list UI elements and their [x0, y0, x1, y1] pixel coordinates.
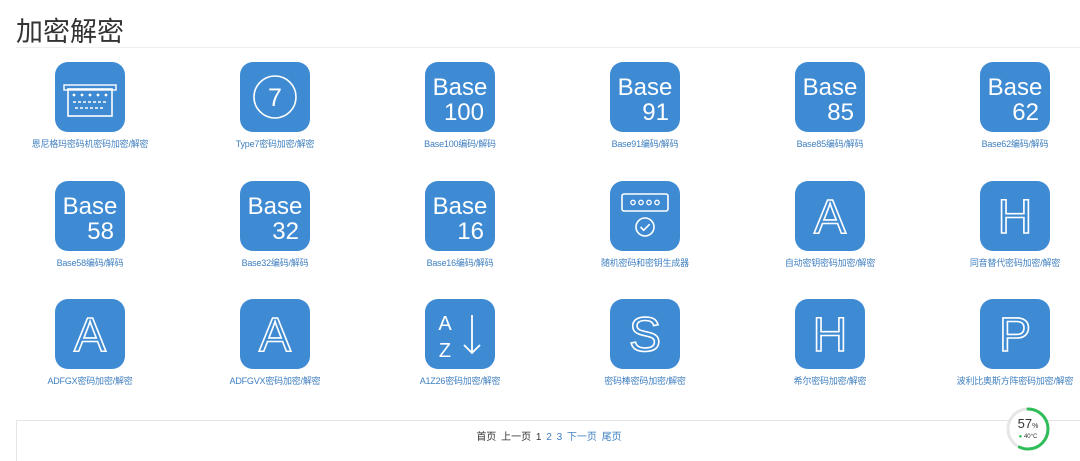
- tool-item[interactable]: Base 100 Base100编码/解码: [370, 62, 550, 150]
- icon-base-word: Base: [433, 74, 488, 101]
- icon-base-number: 58: [87, 218, 114, 245]
- icon-base-word: Base: [248, 193, 303, 220]
- icon-outline-letter: A: [259, 309, 291, 362]
- tool-item[interactable]: Base 16 Base16编码/解码: [370, 181, 550, 269]
- pagination: 首页 上一页 1 2 3 下一页 尾页: [16, 420, 1080, 461]
- tool-item[interactable]: A 自动密钥密码加密/解密: [740, 181, 920, 269]
- tool-item[interactable]: 7 Type7密码加密/解密: [185, 62, 365, 150]
- icon-base-number: 100: [444, 99, 484, 126]
- tool-label[interactable]: 随机密码和密钥生成器: [555, 256, 735, 269]
- base62-icon[interactable]: Base 62: [980, 62, 1050, 132]
- tool-item[interactable]: Base 62 Base62编码/解码: [925, 62, 1080, 150]
- base32-icon[interactable]: Base 32: [240, 181, 310, 251]
- icon-base-word: Base: [988, 74, 1043, 101]
- enigma-machine-icon[interactable]: [55, 62, 125, 132]
- tool-label[interactable]: Base91编码/解码: [555, 137, 735, 150]
- base85-icon[interactable]: Base 85: [795, 62, 865, 132]
- base100-icon[interactable]: Base 100: [425, 62, 495, 132]
- base16-icon[interactable]: Base 16: [425, 181, 495, 251]
- base91-icon[interactable]: Base 91: [610, 62, 680, 132]
- tool-item[interactable]: S 密码棒密码加密/解密: [555, 299, 735, 387]
- circle-seven-icon[interactable]: 7: [240, 62, 310, 132]
- tool-label[interactable]: Base62编码/解码: [925, 137, 1080, 150]
- gauge-percent: 57%: [1017, 416, 1039, 431]
- tool-item[interactable]: A Z A1Z26密码加密/解密: [370, 299, 550, 387]
- letter-a-icon[interactable]: A: [795, 181, 865, 251]
- letter-a-icon[interactable]: A: [240, 299, 310, 369]
- icon-base-number: 85: [827, 99, 854, 126]
- title-divider: [16, 47, 1080, 48]
- tool-label[interactable]: 自动密钥密码加密/解密: [740, 256, 920, 269]
- tool-label[interactable]: Base32编码/解码: [185, 256, 365, 269]
- tool-item[interactable]: Base 32 Base32编码/解码: [185, 181, 365, 269]
- tool-label[interactable]: A1Z26密码加密/解密: [370, 374, 550, 387]
- a-to-z-sort-icon[interactable]: AZ: [425, 299, 495, 369]
- icon-base-number: 62: [1012, 99, 1039, 126]
- tool-label[interactable]: 希尔密码加密/解密: [740, 374, 920, 387]
- tool-label[interactable]: Base100编码/解码: [370, 137, 550, 150]
- tool-label[interactable]: ADFGVX密码加密/解密: [185, 374, 365, 387]
- tool-item[interactable]: 恩尼格玛密码机密码加密/解密: [0, 62, 180, 150]
- letter-h-icon[interactable]: H: [980, 181, 1050, 251]
- icon-base-word: Base: [433, 193, 488, 220]
- icon-base-word: Base: [63, 193, 118, 220]
- tool-label[interactable]: 恩尼格玛密码机密码加密/解密: [0, 137, 180, 150]
- cpu-gauge-widget[interactable]: 57% ● 40°C: [1005, 406, 1051, 452]
- letter-s-icon[interactable]: S: [610, 299, 680, 369]
- gauge-temperature: ● 40°C: [1018, 434, 1038, 440]
- icon-base-number: 91: [642, 99, 669, 126]
- tool-item[interactable]: A ADFGX密码加密/解密: [0, 299, 180, 387]
- page-1-current: 1: [535, 432, 542, 443]
- base58-icon[interactable]: Base 58: [55, 181, 125, 251]
- tool-label[interactable]: 同音替代密码加密/解密: [925, 256, 1080, 269]
- page-2-link[interactable]: 2: [546, 432, 552, 443]
- icon-digit: 7: [268, 84, 282, 112]
- icon-outline-letter: S: [629, 309, 661, 362]
- icon-outline-letter: H: [813, 309, 848, 362]
- icon-outline-letter: A: [814, 191, 846, 244]
- icon-letter-z: Z: [439, 340, 451, 362]
- page-3-link[interactable]: 3: [557, 432, 563, 443]
- prev-page-link[interactable]: 上一页: [501, 432, 531, 443]
- letter-h-icon[interactable]: H: [795, 299, 865, 369]
- tool-item[interactable]: Base 58 Base58编码/解码: [0, 181, 180, 269]
- tool-item[interactable]: A ADFGVX密码加密/解密: [185, 299, 365, 387]
- tool-label[interactable]: Type7密码加密/解密: [185, 137, 365, 150]
- tool-item[interactable]: 随机密码和密钥生成器: [555, 181, 735, 269]
- tool-item[interactable]: P 波利比奥斯方阵密码加密/解密: [925, 299, 1080, 387]
- password-generator-icon[interactable]: [610, 181, 680, 251]
- icon-base-number: 16: [457, 218, 484, 245]
- first-page-link[interactable]: 首页: [476, 432, 496, 443]
- icon-outline-letter: A: [74, 309, 106, 362]
- icon-base-number: 32: [272, 218, 299, 245]
- thermometer-icon: ●: [1018, 434, 1023, 440]
- tool-label[interactable]: Base58编码/解码: [0, 256, 180, 269]
- tool-label[interactable]: 波利比奥斯方阵密码加密/解密: [925, 374, 1080, 387]
- page-title: 加密解密: [16, 17, 124, 48]
- tool-label[interactable]: 密码棒密码加密/解密: [555, 374, 735, 387]
- tool-item[interactable]: H 希尔密码加密/解密: [740, 299, 920, 387]
- last-page-link[interactable]: 尾页: [602, 432, 622, 443]
- icon-outline-letter: P: [999, 309, 1031, 362]
- next-page-link[interactable]: 下一页: [567, 432, 597, 443]
- icon-outline-letter: H: [998, 191, 1033, 244]
- tool-label[interactable]: ADFGX密码加密/解密: [0, 374, 180, 387]
- tool-item[interactable]: H 同音替代密码加密/解密: [925, 181, 1080, 269]
- tool-item[interactable]: Base 91 Base91编码/解码: [555, 62, 735, 150]
- icon-base-word: Base: [618, 74, 673, 101]
- tool-item[interactable]: Base 85 Base85编码/解码: [740, 62, 920, 150]
- tool-label[interactable]: Base16编码/解码: [370, 256, 550, 269]
- icon-letter-a: A: [438, 313, 452, 335]
- letter-p-icon[interactable]: P: [980, 299, 1050, 369]
- tool-label[interactable]: Base85编码/解码: [740, 137, 920, 150]
- letter-a-icon[interactable]: A: [55, 299, 125, 369]
- icon-base-word: Base: [803, 74, 858, 101]
